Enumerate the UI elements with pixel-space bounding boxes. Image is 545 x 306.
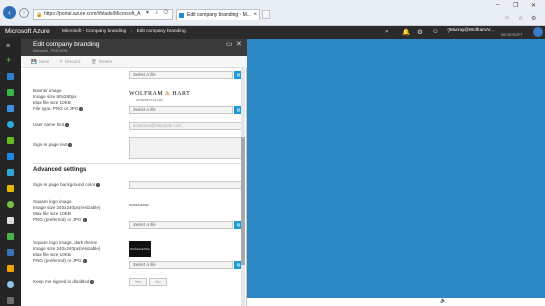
status-strip (247, 298, 545, 306)
bg-color-input[interactable] (129, 181, 243, 189)
left-nav-rail: ≡ + (0, 39, 21, 306)
sign-in-text-area[interactable] (129, 137, 243, 159)
command-bar: 💾 Save ✕ Discard 🗑 Delete (21, 56, 247, 68)
blade-content: Select a file ▤ Banner image Image size … (21, 68, 247, 306)
keep-signed-label: Keep me signed in disabled i (33, 279, 95, 284)
toggle-yes[interactable]: Yes (129, 278, 147, 286)
delete-button[interactable]: 🗑 Delete (91, 59, 112, 65)
minimize-blade-icon[interactable]: ▭ (226, 40, 233, 48)
banner-image-label: Banner image Image size 60x280px Max fil… (33, 88, 84, 111)
monitor-icon[interactable] (7, 233, 14, 240)
resource-groups-icon[interactable] (7, 89, 14, 96)
divider (33, 163, 243, 164)
info-icon[interactable]: i (79, 106, 84, 111)
info-icon[interactable]: i (82, 217, 87, 222)
avatar[interactable] (533, 27, 543, 37)
address-url: https://portal.azure.com/#blade/Microsof… (44, 11, 141, 17)
user-name-hint-input[interactable]: someone@example.com (129, 122, 243, 130)
user-email[interactable]: Murray@WolframAr... (450, 27, 494, 32)
app-services-icon[interactable] (7, 121, 14, 128)
help-support-icon[interactable] (7, 281, 14, 288)
square-logo-dark-preview: Wolfram & Hart (129, 241, 151, 257)
dashboard-icon[interactable] (7, 73, 14, 80)
search-icon[interactable]: ⌕ (385, 28, 389, 36)
blade-scroll-thumb[interactable] (241, 137, 245, 265)
browser-settings-gear-icon[interactable]: ⚙ (531, 15, 536, 22)
home-icon[interactable]: ⌂ (505, 15, 509, 21)
close-blade-icon[interactable]: ✕ (236, 40, 242, 48)
banner-logo-preview: WOLFRAM & HART (129, 91, 191, 97)
file-input[interactable]: Select a file (129, 71, 233, 79)
network-icon[interactable] (7, 249, 14, 256)
info-icon[interactable]: i (96, 182, 101, 187)
square-logo-file-input[interactable]: Select a file (129, 221, 233, 229)
volume-icon: 🔈 (440, 298, 447, 304)
square-logo-label: Square logo image Image size 240x240px(r… (33, 199, 101, 222)
back-arrow-icon[interactable]: ‹ (3, 6, 16, 19)
azure-favicon-icon (179, 13, 184, 18)
lock-icon: 🔒 (36, 12, 43, 18)
blade-title: Edit company branding (33, 41, 100, 48)
subscriptions-icon[interactable] (7, 201, 14, 208)
edit-branding-blade: Edit company branding Microsoft - PREVIE… (21, 39, 247, 306)
cloud-services-icon[interactable] (7, 169, 14, 176)
azure-topbar: Microsoft Azure Microsoft - Company bran… (0, 26, 545, 39)
advisor-icon[interactable] (7, 265, 14, 272)
info-icon[interactable]: i (68, 142, 73, 147)
delete-label: Delete (98, 59, 113, 64)
blade-header: Edit company branding Microsoft - PREVIE… (21, 39, 247, 56)
sign-in-text-label: Sign-in page text i (33, 142, 73, 147)
restore-icon[interactable]: ❐ (513, 2, 518, 9)
toggle-no[interactable]: No (149, 278, 167, 286)
settings-gear-icon[interactable]: ⚙ (417, 28, 423, 36)
address-actions[interactable]: ▼ ⌕ ⟳ (145, 10, 171, 16)
new-tab-button[interactable] (262, 10, 270, 19)
all-resources-icon[interactable] (7, 105, 14, 112)
keep-signed-toggle: Yes No (129, 278, 169, 286)
notifications-bell-icon[interactable]: 🔔 (402, 28, 410, 36)
banner-file-input[interactable]: Select a file (129, 106, 233, 114)
bg-color-label: Sign-in page background color i (33, 182, 101, 187)
advanced-settings-title: Advanced settings (33, 167, 87, 173)
hamburger-menu-icon[interactable]: ≡ (6, 43, 10, 50)
discard-label: Discard (64, 59, 81, 64)
favorites-star-icon[interactable]: ☆ (518, 15, 523, 22)
feedback-smile-icon[interactable]: ☺ (432, 28, 439, 35)
square-logo-dark-file-input[interactable]: Select a file (129, 261, 233, 269)
info-icon[interactable]: i (65, 122, 70, 127)
trash-icon: 🗑 (91, 59, 97, 64)
browser-toolbar: ‹ › 🔒 https://portal.azure.com/#blade/Mi… (0, 0, 545, 26)
discard-x-icon: ✕ (59, 59, 63, 64)
breadcrumb: Microsoft - Company branding › Edit comp… (62, 29, 186, 34)
dashboard-background (247, 39, 545, 306)
info-icon[interactable]: i (90, 279, 95, 284)
save-disk-icon: 💾 (31, 59, 37, 64)
minimize-icon[interactable]: – (496, 2, 499, 8)
blade-subtitle: Microsoft - PREVIEW (33, 49, 68, 53)
discard-button[interactable]: ✕ Discard (59, 59, 80, 65)
more-services-icon[interactable] (7, 297, 14, 304)
chevron-right-icon: › (130, 29, 133, 34)
virtual-machines-icon[interactable] (7, 137, 14, 144)
user-tenant: MICROSOFT (501, 33, 523, 37)
breadcrumb-item[interactable]: Microsoft - Company branding (62, 29, 126, 34)
square-logo-dark-label: Square logo image, dark theme Image size… (33, 240, 101, 263)
azure-brand[interactable]: Microsoft Azure (5, 28, 50, 35)
new-resource-plus-icon[interactable]: + (6, 56, 11, 65)
browser-tab[interactable]: Edit company branding - M... × (176, 9, 260, 20)
banner-logo-tagline: ATTORNEYS AT LAW (136, 99, 164, 102)
close-window-icon[interactable]: ✕ (531, 2, 536, 9)
save-button[interactable]: 💾 Save (31, 59, 49, 65)
close-tab-icon[interactable]: × (253, 10, 257, 20)
active-directory-icon[interactable] (7, 217, 14, 224)
user-name-hint-label: User name hint i (33, 122, 70, 127)
sql-database-icon[interactable] (7, 153, 14, 160)
save-label: Save (38, 59, 50, 64)
security-center-icon[interactable] (7, 185, 14, 192)
forward-arrow-icon[interactable]: › (19, 8, 29, 18)
tab-title: Edit company branding - M... (187, 12, 251, 18)
info-icon[interactable]: i (82, 258, 87, 263)
square-logo-preview: Wolfram & Hart (129, 200, 149, 210)
breadcrumb-item[interactable]: Edit company branding (137, 29, 186, 34)
